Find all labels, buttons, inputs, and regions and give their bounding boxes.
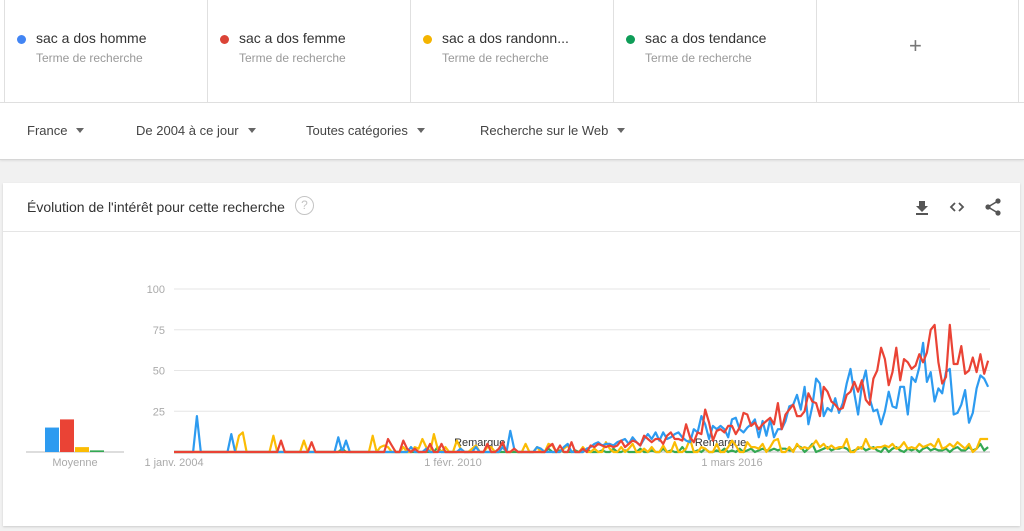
- annotation-label[interactable]: Remarque: [454, 437, 505, 449]
- search-type-label: Recherche sur le Web: [480, 123, 609, 138]
- term-name[interactable]: sac a dos homme: [36, 30, 147, 46]
- y-tick-label: 100: [147, 284, 165, 296]
- region-label: France: [27, 123, 68, 138]
- average-bar[interactable]: [90, 450, 104, 452]
- average-bar[interactable]: [45, 427, 59, 452]
- series-lines: [174, 323, 990, 454]
- series-color-dot: [220, 35, 229, 44]
- y-axis-ticks: 25 50 75 100: [147, 284, 165, 418]
- average-bar[interactable]: [60, 419, 74, 452]
- y-tick-label: 50: [153, 366, 165, 378]
- caret-down-icon: [76, 128, 85, 134]
- x-tick-label: 1 janv. 2004: [144, 457, 203, 469]
- averages-label: Moyenne: [52, 457, 97, 469]
- x-axis-ticks: 1 janv. 2004 1 févr. 2010 1 mars 2016: [144, 457, 762, 469]
- series-color-dot: [626, 35, 635, 44]
- term-subtitle: Terme de recherche: [442, 51, 549, 65]
- caret-down-icon: [247, 128, 256, 134]
- y-tick-label: 25: [153, 406, 165, 418]
- filter-bar: France De 2004 à ce jour Toutes catégori…: [0, 103, 1024, 160]
- term-card-1[interactable]: sac a dos femme Terme de recherche: [207, 0, 410, 103]
- term-name[interactable]: sac a dos randonn...: [442, 30, 569, 46]
- average-bar[interactable]: [75, 447, 89, 452]
- series-color-dot: [17, 35, 26, 44]
- y-tick-label: 75: [153, 325, 165, 337]
- search-type-dropdown[interactable]: Recherche sur le Web: [480, 123, 626, 138]
- series-line-1[interactable]: [174, 323, 990, 454]
- category-label: Toutes catégories: [306, 123, 408, 138]
- caret-down-icon: [416, 128, 425, 134]
- term-card-0[interactable]: sac a dos homme Terme de recherche: [4, 0, 207, 103]
- term-subtitle: Terme de recherche: [239, 51, 346, 65]
- term-card-3[interactable]: sac a dos tendance Terme de recherche: [613, 0, 816, 103]
- caret-down-icon: [617, 128, 626, 134]
- series-color-dot: [423, 35, 432, 44]
- term-subtitle: Terme de recherche: [645, 51, 752, 65]
- term-name[interactable]: sac a dos tendance: [645, 30, 766, 46]
- plus-icon: +: [909, 33, 922, 58]
- period-dropdown[interactable]: De 2004 à ce jour: [136, 123, 256, 138]
- term-name[interactable]: sac a dos femme: [239, 30, 346, 46]
- interest-chart[interactable]: Moyenne 25 50 75 100 1 janv. 2004 1 févr. 20…: [0, 183, 1024, 483]
- x-tick-label: 1 févr. 2010: [424, 457, 482, 469]
- search-terms-bar: sac a dos homme Terme de recherche sac a…: [0, 0, 1024, 103]
- add-term-button[interactable]: +: [816, 0, 1019, 103]
- averages-chart: Moyenne: [26, 419, 124, 469]
- chart-grid: [174, 288, 990, 453]
- x-tick-label: 1 mars 2016: [701, 457, 762, 469]
- region-dropdown[interactable]: France: [27, 123, 85, 138]
- term-subtitle: Terme de recherche: [36, 51, 143, 65]
- period-label: De 2004 à ce jour: [136, 123, 239, 138]
- category-dropdown[interactable]: Toutes catégories: [306, 123, 425, 138]
- term-card-2[interactable]: sac a dos randonn... Terme de recherche: [410, 0, 613, 103]
